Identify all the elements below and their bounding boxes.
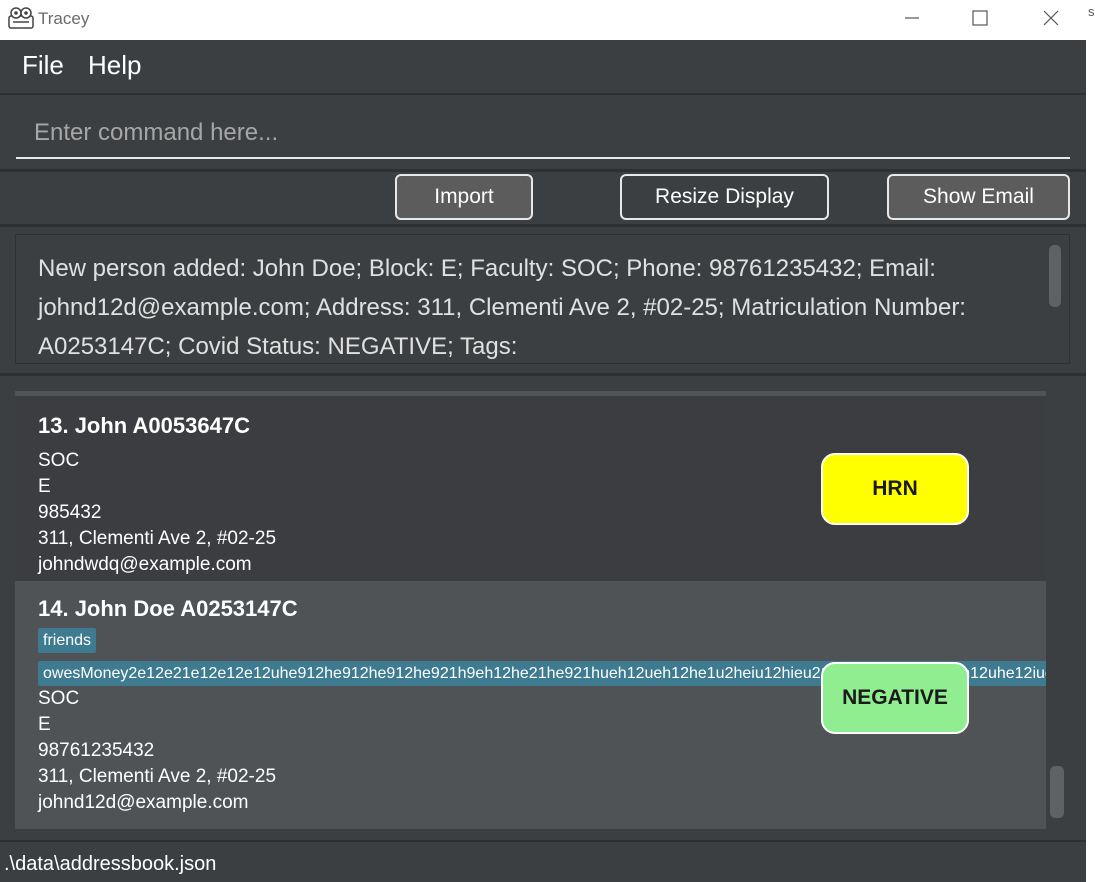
window-title: Tracey <box>38 9 90 28</box>
tag-badge: friends <box>38 628 97 653</box>
app-window: Tracey File Help Import Resize Display S… <box>0 0 1086 882</box>
command-input[interactable] <box>16 109 1070 159</box>
result-display-area: New person added: John Doe; Block: E; Fa… <box>0 227 1086 376</box>
menu-help[interactable]: Help <box>88 50 141 81</box>
button-row: Import Resize Display Show Email <box>0 172 1086 227</box>
menu-file[interactable]: File <box>22 50 64 81</box>
person-block: E <box>38 714 51 735</box>
person-faculty: SOC <box>38 450 80 471</box>
background-text-fragment: su <box>1088 4 1095 19</box>
result-scrollbar[interactable] <box>1049 245 1061 307</box>
list-scrollbar[interactable] <box>1050 766 1064 818</box>
app-icon <box>8 7 34 29</box>
person-card[interactable]: 14. John Doe A0253147C friends owesMoney… <box>15 581 1046 829</box>
status-bar: .\data\addressbook.json <box>0 840 1086 882</box>
person-list-area: 13. John A0053647C SOC E 985432 311, Cle… <box>0 376 1086 840</box>
person-card[interactable]: 13. John A0053647C SOC E 985432 311, Cle… <box>15 396 1046 581</box>
close-icon <box>1043 10 1059 26</box>
resize-display-button[interactable]: Resize Display <box>620 174 829 220</box>
minimize-icon <box>905 17 919 19</box>
close-button[interactable] <box>1028 0 1074 36</box>
person-email: johndwdq@example.com <box>38 554 252 575</box>
import-button[interactable]: Import <box>395 174 533 220</box>
person-phone: 98761235432 <box>38 740 155 761</box>
save-location: .\data\addressbook.json <box>4 853 217 875</box>
person-address: 311, Clementi Ave 2, #02-25 <box>38 766 277 787</box>
person-phone: 985432 <box>38 502 102 523</box>
title-bar: Tracey <box>0 0 1086 40</box>
command-box <box>0 95 1086 172</box>
person-block: E <box>38 476 51 497</box>
person-name: 14. John Doe A0253147C <box>38 596 298 621</box>
background-window-edge: su <box>1086 0 1095 882</box>
result-display: New person added: John Doe; Block: E; Fa… <box>15 234 1070 364</box>
maximize-button[interactable] <box>957 0 1003 36</box>
person-list: 13. John A0053647C SOC E 985432 311, Cle… <box>15 391 1046 829</box>
person-address: 311, Clementi Ave 2, #02-25 <box>38 528 277 549</box>
covid-status-badge: NEGATIVE <box>821 662 969 734</box>
person-email: johnd12d@example.com <box>38 792 249 813</box>
minimize-button[interactable] <box>889 0 935 36</box>
maximize-icon <box>972 10 988 26</box>
menu-bar: File Help <box>0 40 1086 95</box>
person-faculty: SOC <box>38 688 80 709</box>
result-message: New person added: John Doe; Block: E; Fa… <box>38 255 966 360</box>
show-email-button[interactable]: Show Email <box>887 174 1070 220</box>
person-name: 13. John A0053647C <box>38 413 250 438</box>
covid-status-badge: HRN <box>821 453 969 525</box>
